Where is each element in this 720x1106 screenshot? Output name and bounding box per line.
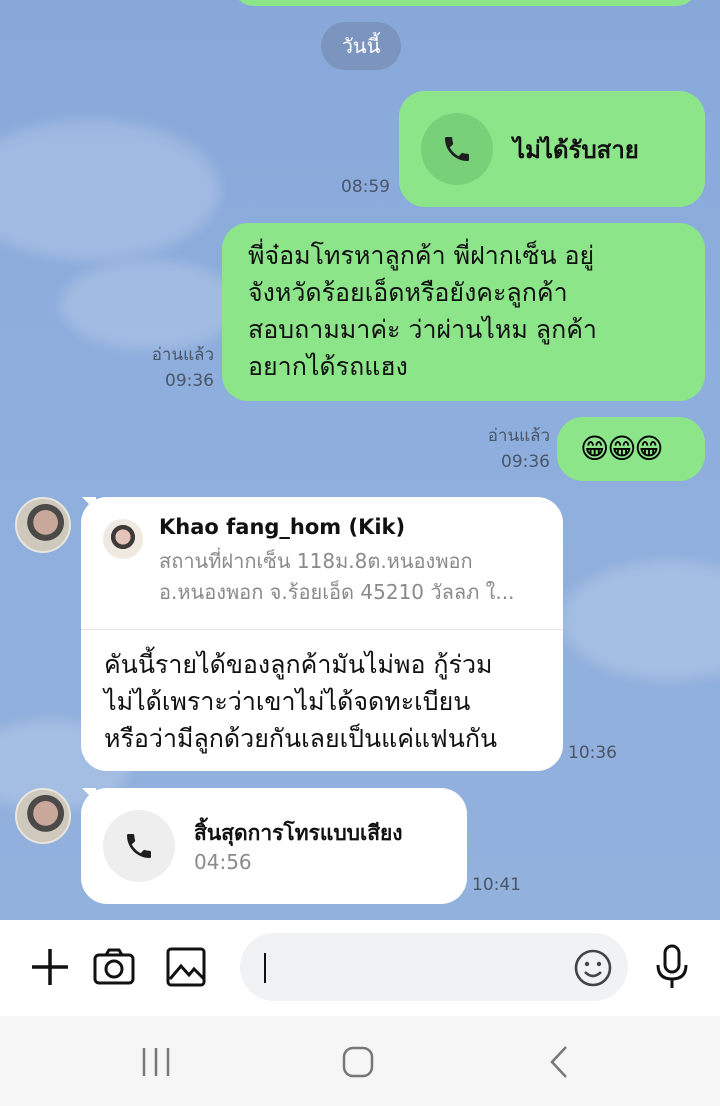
plus-button[interactable] — [28, 945, 72, 989]
outgoing-read-status: อ่านแล้ว 09:36 — [130, 342, 214, 394]
sender-avatar[interactable] — [15, 497, 71, 553]
phone-icon — [445, 137, 469, 161]
text-caret — [264, 953, 266, 983]
recents-button[interactable] — [136, 1044, 176, 1080]
camera-button[interactable] — [92, 945, 136, 989]
plus-icon — [32, 949, 68, 985]
message-line: ไม่ได้เพราะว่าเขาไม่ได้จดทะเบียน — [104, 687, 471, 716]
read-label: อ่านแล้ว — [487, 426, 550, 446]
mic-icon — [656, 944, 688, 988]
quoted-message[interactable]: สถานที่ฝากเซ็น 118ม.8ต.หนองพอก อ.หนองพอก… — [159, 546, 549, 608]
camera-icon — [93, 948, 135, 985]
message-time: 09:36 — [165, 371, 214, 391]
emoji-button[interactable] — [573, 948, 613, 988]
date-divider: วันนี้ — [321, 22, 401, 70]
reply-time: 10:36 — [568, 743, 617, 763]
call-icon-circle — [421, 113, 493, 185]
message-line: คันนี้รายได้ของลูกค้ามันไม่พอ กู้ร่วม — [104, 650, 493, 679]
call-icon-circle — [103, 810, 175, 882]
missed-call-label: ไม่ได้รับสาย — [513, 136, 639, 164]
call-ended-label: สิ้นสุดการโทรแบบเสียง — [194, 821, 403, 845]
mic-button[interactable] — [650, 943, 694, 991]
quoted-line: สถานที่ฝากเซ็น 118ม.8ต.หนองพอก — [159, 549, 473, 573]
previous-message-bubble[interactable] — [232, 0, 698, 6]
emoji-read-status: อ่านแล้ว 09:36 — [466, 423, 550, 475]
back-icon — [550, 1046, 567, 1078]
image-button[interactable] — [164, 945, 208, 989]
outgoing-message-text: พี่จ๋อมโทรหาลูกค้า พี่ฝากเซ็น อยู่ จังหว… — [248, 237, 698, 385]
quoted-line: อ.หนองพอก จ.ร้อยเอ็ด 45210 วัลลภ ใ... — [159, 580, 515, 604]
back-button[interactable] — [540, 1044, 580, 1080]
message-line: พี่จ๋อมโทรหาลูกค้า พี่ฝากเซ็น อยู่ — [248, 241, 595, 270]
image-icon — [166, 947, 206, 987]
message-input[interactable] — [240, 933, 628, 1001]
emoji-icon — [574, 949, 612, 987]
recents-icon — [142, 1048, 170, 1076]
system-nav-bar — [0, 1016, 720, 1106]
read-label: อ่านแล้ว — [151, 345, 214, 365]
call-ended-time: 10:41 — [472, 875, 521, 895]
sender-avatar[interactable] — [15, 788, 71, 844]
call-duration: 04:56 — [194, 850, 252, 874]
phone-icon — [127, 834, 151, 858]
chat-area[interactable]: วันนี้ ไม่ได้รับสาย 08:59 พี่จ๋อมโทรหาลู… — [0, 0, 720, 920]
emoji-message: 😁😁😁 — [580, 432, 664, 465]
home-icon — [342, 1046, 374, 1078]
message-line: สอบถามมาค่ะ ว่าผ่านไหม ลูกค้า — [248, 315, 597, 344]
quote-divider — [81, 629, 563, 630]
message-input-bar — [0, 920, 720, 1016]
home-button[interactable] — [338, 1044, 378, 1080]
quoted-avatar — [103, 519, 143, 559]
missed-call-time: 08:59 — [341, 177, 390, 197]
message-line: อยากได้รถแฮง — [248, 352, 408, 381]
reply-message-text: คันนี้รายได้ของลูกค้ามันไม่พอ กู้ร่วม ไม… — [104, 646, 554, 757]
quoted-sender-name: Khao fang_hom (Kik) — [159, 515, 406, 539]
message-time: 09:36 — [501, 452, 550, 472]
message-line: หรือว่ามีลูกด้วยกันเลยเป็นแค่แฟนกัน — [104, 724, 498, 753]
message-line: จังหวัดร้อยเอ็ดหรือยังคะลูกค้า — [248, 278, 568, 307]
